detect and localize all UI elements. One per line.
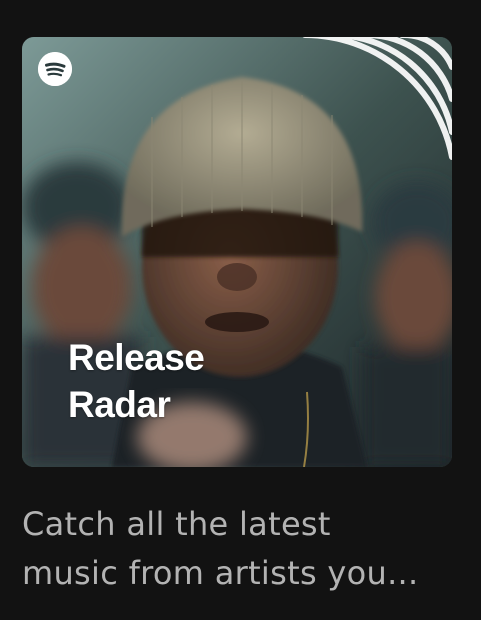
playlist-description: Catch all the latest music from artists … (22, 500, 452, 598)
description-line-1: Catch all the latest (22, 505, 331, 543)
cover-title: Release Radar (68, 334, 268, 428)
playlist-cover[interactable]: Release Radar (22, 37, 452, 467)
cover-title-line-2: Radar (68, 384, 171, 425)
cover-title-line-1: Release (68, 337, 205, 378)
playlist-card[interactable]: Release Radar Catch all the latest music… (0, 0, 481, 620)
spotify-logo-icon (38, 52, 72, 86)
description-line-2: music from artists you... (22, 554, 419, 592)
